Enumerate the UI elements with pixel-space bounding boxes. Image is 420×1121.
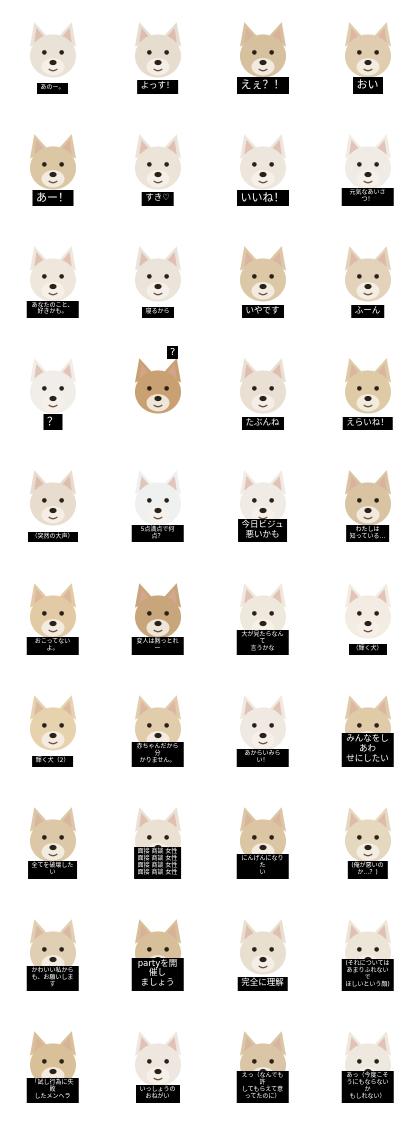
sticker-caption: 大が見たらなんて 言うかな (236, 629, 289, 655)
sticker-caption: えぇ？！ (236, 77, 289, 95)
sticker-caption: 面接 商談 女性 面接 商談 女性 面接 商談 女性 面接 商談 女性 (133, 847, 182, 879)
dog-photo-icon (29, 470, 76, 527)
sticker[interactable]: 完全に理解 (210, 897, 315, 1009)
sticker[interactable]: ？ (0, 336, 105, 448)
dog-photo-icon (239, 358, 286, 414)
dog-photo-icon (134, 134, 181, 190)
dog-photo-icon (344, 246, 391, 302)
sticker-caption: 変人は黙っとれー (131, 636, 184, 655)
sticker-caption: （輝く犬） (348, 643, 387, 655)
sticker[interactable]: えぇ？！ (210, 0, 315, 112)
sticker-caption: (それについては あまりふれないで ほしいという顔) (341, 959, 394, 991)
sticker[interactable]: いいね！ (210, 112, 315, 224)
sticker[interactable]: 変人は黙っとれー (105, 560, 210, 672)
sticker-caption: たぶんね (241, 416, 284, 431)
sticker[interactable]: おい (315, 0, 420, 112)
sticker[interactable]: (それについては あまりふれないで ほしいという顔) (315, 897, 420, 1009)
dog-photo-icon (134, 246, 181, 302)
sticker-caption: 今日ビジュ 悪いかも (237, 518, 288, 543)
sticker-caption: (俺が悪いの か…？) (347, 860, 388, 879)
sticker[interactable]: いやです (210, 224, 315, 336)
sticker[interactable]: えっ（なんでも許 してもらえて意 ってたのに） (210, 1009, 315, 1121)
sticker-caption: 5点満点で何点？ (131, 524, 184, 543)
sticker[interactable]: 輝く犬（2） (0, 673, 105, 785)
sticker-caption: 寝るから (141, 307, 174, 319)
sticker[interactable]: （突然の大声） (0, 448, 105, 560)
sticker[interactable]: おこってないよ。 (0, 560, 105, 672)
dog-photo-icon (239, 246, 286, 302)
sticker-caption: あっ（今度こそ うにもならないか もしれない） (341, 1071, 394, 1103)
sticker-caption: いっしょうの おねがい (135, 1085, 180, 1103)
sticker-caption: いやです (241, 304, 284, 319)
dog-photo-icon (239, 918, 286, 975)
sticker[interactable]: （輝く犬） (315, 560, 420, 672)
sticker[interactable]: あのー。 (0, 0, 105, 112)
sticker-caption: よっす！ (136, 80, 179, 95)
dog-photo-icon (29, 694, 76, 751)
sticker[interactable]: partyを開催し ましょう (105, 897, 210, 1009)
sticker[interactable]: あからいみらい！ (210, 673, 315, 785)
sticker-caption: partyを開催し ましょう (131, 957, 184, 991)
sticker-caption: いいね！ (236, 189, 289, 207)
sticker[interactable]: ふーん (315, 224, 420, 336)
sticker[interactable]: 「試し行為に失敗 したメンヘラ (0, 1009, 105, 1121)
sticker[interactable]: (俺が悪いの か…？) (315, 785, 420, 897)
sticker[interactable]: 面接 商談 女性 面接 商談 女性 面接 商談 女性 面接 商談 女性 (105, 785, 210, 897)
sticker-caption: （突然の大声） (27, 531, 78, 543)
sticker[interactable]: あっ（今度こそ うにもならないか もしれない） (315, 1009, 420, 1121)
sticker-caption: あのー。 (36, 83, 69, 95)
sticker-caption: わたしは 知っている… (345, 524, 390, 543)
sticker-caption: あー！ (32, 189, 73, 207)
sticker-caption: 「試し行為に失敗 したメンヘラ (26, 1078, 79, 1103)
sticker[interactable]: 赤ちゃんだから 分 かりません。 (105, 673, 210, 785)
sticker-caption: かわいい私から も、お願いします (26, 966, 79, 991)
sticker-caption: あからいみらい！ (236, 748, 289, 767)
sticker-caption: ふーん (350, 304, 385, 319)
sticker[interactable]: たぶんね (210, 336, 315, 448)
sticker-caption: あなたのこと、好きかも。 (26, 300, 79, 319)
sticker[interactable]: ? (105, 336, 210, 448)
sticker[interactable]: わたしは 知っている… (315, 448, 420, 560)
sticker[interactable]: 元気なあいさつ！ (315, 112, 420, 224)
sticker-caption: えっ（なんでも許 してもらえて意 ってたのに） (236, 1071, 289, 1103)
question-tag: ? (167, 346, 179, 360)
sticker[interactable]: すき♡ (105, 112, 210, 224)
sticker[interactable]: よっす！ (105, 0, 210, 112)
dog-photo-icon (29, 22, 76, 78)
sticker[interactable]: みんなをしあわ せにしたい (315, 673, 420, 785)
sticker[interactable]: あなたのこと、好きかも。 (0, 224, 105, 336)
dog-photo-icon (344, 358, 391, 414)
sticker-caption: すき♡ (141, 192, 174, 207)
sticker-caption: ？ (43, 413, 62, 431)
sticker-caption: おこってないよ。 (26, 636, 79, 655)
sticker-caption: 全てを破壊した い (27, 860, 78, 879)
dog-photo-icon (134, 22, 181, 78)
sticker-caption: おい (352, 77, 383, 95)
sticker[interactable]: 寝るから (105, 224, 210, 336)
sticker-grid: あのー。 よっす！ えぇ？！ おいあー！ すき♡ いいね！ 元気なあいさつ！ あなたのこと、好… (0, 0, 420, 1121)
sticker[interactable]: かわいい私から も、お願いします (0, 897, 105, 1009)
dog-photo-icon (344, 582, 391, 639)
sticker[interactable]: いっしょうの おねがい (105, 1009, 210, 1121)
sticker-caption: 輝く犬（2） (31, 755, 74, 767)
sticker[interactable]: 今日ビジュ 悪いかも (210, 448, 315, 560)
sticker[interactable]: 大が見たらなんて 言うかな (210, 560, 315, 672)
sticker[interactable]: あー！ (0, 112, 105, 224)
dog-photo-icon (134, 358, 181, 414)
sticker-caption: 完全に理解 (237, 977, 288, 991)
sticker[interactable]: えらいね！ (315, 336, 420, 448)
sticker[interactable]: にんげんになりた い (210, 785, 315, 897)
sticker[interactable]: 5点満点で何点？ (105, 448, 210, 560)
sticker[interactable]: 全てを破壊した い (0, 785, 105, 897)
sticker-caption: にんげんになりた い (236, 854, 289, 879)
sticker-caption: えらいね！ (342, 416, 393, 431)
sticker-caption: みんなをしあわ せにしたい (341, 733, 394, 767)
sticker-caption: 元気なあいさつ！ (341, 188, 394, 207)
sticker-caption: 赤ちゃんだから 分 かりません。 (131, 741, 184, 767)
